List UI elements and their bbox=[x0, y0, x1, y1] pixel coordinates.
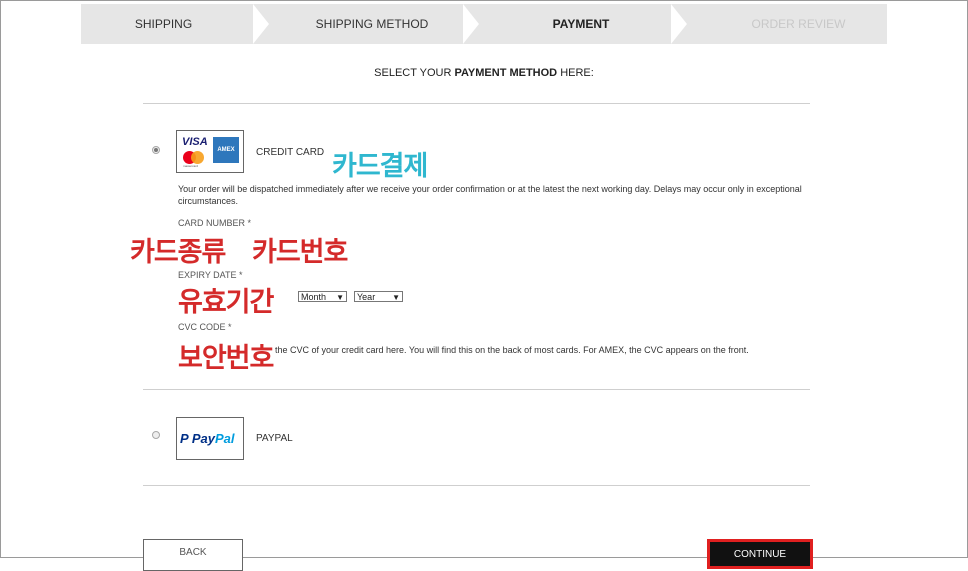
chevron-right-icon bbox=[671, 4, 687, 44]
page-heading: SELECT YOUR PAYMENT METHOD HERE: bbox=[0, 67, 968, 79]
visa-logo: VISA bbox=[182, 136, 208, 148]
dropdown-arrow-icon: ▼ bbox=[392, 293, 400, 302]
credit-card-notice: Your order will be dispatched immediatel… bbox=[178, 184, 802, 206]
paypal-logo-pay: Pay bbox=[191, 431, 215, 446]
mastercard-icon bbox=[183, 151, 205, 164]
credit-card-label: CREDIT CARD bbox=[256, 147, 325, 158]
credit-card-logo: VISA mastercard AMEX bbox=[176, 130, 244, 173]
cvc-code-label: CVC CODE * bbox=[178, 322, 232, 332]
expiry-date-label: EXPIRY DATE * bbox=[178, 270, 243, 280]
heading-prefix: SELECT YOUR bbox=[374, 67, 455, 79]
cvc-help-text: the CVC of your credit card here. You wi… bbox=[275, 345, 749, 355]
back-button[interactable]: BACK bbox=[143, 539, 243, 571]
paypal-logo-pal: Pal bbox=[214, 431, 235, 446]
paypal-logo: P PayPal bbox=[176, 417, 244, 460]
year-value: Year bbox=[357, 292, 376, 302]
dropdown-arrow-icon: ▼ bbox=[336, 293, 344, 302]
divider bbox=[143, 103, 810, 104]
annotation-card-type: 카드종류 bbox=[130, 230, 226, 269]
checkout-steps: SHIPPING SHIPPING METHOD PAYMENT ORDER R… bbox=[81, 4, 887, 44]
heading-suffix: HERE: bbox=[557, 67, 594, 79]
month-value: Month bbox=[301, 292, 327, 302]
step-shipping[interactable]: SHIPPING bbox=[81, 4, 246, 44]
step-shipping-method[interactable]: SHIPPING METHOD bbox=[267, 4, 477, 44]
amex-logo: AMEX bbox=[213, 137, 239, 163]
window-frame bbox=[0, 0, 968, 558]
step-order-review: ORDER REVIEW bbox=[751, 17, 846, 31]
annotation-card-number: 카드번호 bbox=[252, 230, 348, 269]
continue-button[interactable]: CONTINUE bbox=[707, 539, 813, 569]
mastercard-text: mastercard bbox=[183, 164, 199, 168]
paypal-radio[interactable] bbox=[152, 431, 160, 439]
chevron-right-icon bbox=[463, 4, 479, 44]
paypal-label: PAYPAL bbox=[256, 433, 293, 444]
paypal-wordmark: P PayPal bbox=[180, 431, 234, 446]
step-payment: PAYMENT bbox=[552, 17, 610, 31]
credit-card-radio[interactable] bbox=[152, 146, 160, 154]
heading-bold: PAYMENT METHOD bbox=[454, 67, 558, 79]
annotation-card-payment: 카드결제 bbox=[332, 151, 428, 182]
annotation-security-code: 보안번호 bbox=[178, 336, 274, 375]
divider bbox=[143, 485, 810, 486]
card-number-label: CARD NUMBER * bbox=[178, 218, 252, 228]
expiry-year-select[interactable]: Year ▼ bbox=[354, 291, 403, 302]
expiry-month-select[interactable]: Month ▼ bbox=[298, 291, 347, 302]
paypal-icon: P bbox=[180, 431, 189, 446]
annotation-expiry: 유효기간 bbox=[178, 280, 274, 319]
divider bbox=[143, 389, 810, 390]
